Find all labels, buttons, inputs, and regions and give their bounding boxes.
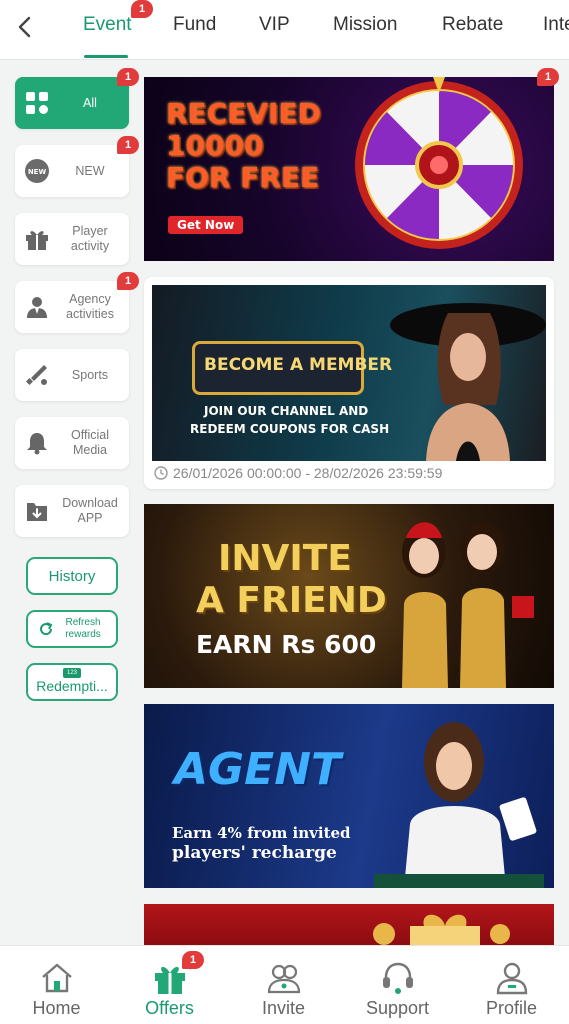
promo-banner-wheel[interactable]: RECEVIED 10000 FOR FREE Get Now xyxy=(144,77,554,261)
home-icon xyxy=(38,960,76,996)
nav-offers-badge: 1 xyxy=(182,951,204,969)
invite-banner-line2: A FRIEND xyxy=(196,580,387,621)
sports-icon xyxy=(23,361,51,389)
agent-model-illustration xyxy=(374,722,544,888)
tab-fund[interactable]: Fund xyxy=(173,14,216,36)
hosts-illustration xyxy=(402,522,534,688)
refresh-rewards-button[interactable]: Refresh rewards xyxy=(26,610,118,648)
refresh-icon xyxy=(40,622,53,636)
tab-event-badge: 1 xyxy=(131,0,153,18)
sidebar-item-label: Official Media xyxy=(71,428,109,457)
tab-rebate[interactable]: Rebate xyxy=(442,14,503,36)
sidebar-item-new[interactable]: NEW NEW xyxy=(15,145,129,197)
sidebar-item-label: Player activity xyxy=(70,224,110,253)
member-date-range: 26/01/2026 00:00:00 - 28/02/2026 23:59:5… xyxy=(154,465,442,481)
prize-wheel-icon xyxy=(355,77,523,249)
nav-label: Support xyxy=(365,998,430,1018)
nav-label: Offers xyxy=(145,998,194,1018)
sidebar-item-label: Agency activities xyxy=(66,292,114,321)
back-button[interactable] xyxy=(10,12,40,42)
sidebar-item-sports[interactable]: Sports xyxy=(15,349,129,401)
download-icon xyxy=(23,497,51,525)
new-badge-icon: NEW xyxy=(23,157,51,185)
top-tab-bar: Event Fund VIP Mission Rebate Inte xyxy=(0,0,569,60)
promo-banner-invite[interactable]: INVITE A FRIEND EARN Rs 600 xyxy=(144,504,554,688)
nav-label: Invite xyxy=(261,998,306,1018)
ticket-icon: 123 xyxy=(63,668,81,678)
bottom-nav-bar: Home Offers Invite Support Profile xyxy=(0,945,569,1024)
redemption-button[interactable]: 123 Redempti... xyxy=(26,663,118,701)
invite-banner-line1: INVITE xyxy=(218,538,352,579)
active-tab-indicator xyxy=(84,55,128,58)
sidebar-all-badge: 1 xyxy=(117,68,139,86)
tab-event[interactable]: Event xyxy=(83,14,132,36)
tab-more[interactable]: Inte xyxy=(543,14,569,36)
promo-banner-partial[interactable] xyxy=(144,904,554,945)
member-banner-sub1: JOIN OUR CHANNEL AND xyxy=(204,404,369,418)
bell-icon xyxy=(23,429,51,457)
sidebar-item-download-app[interactable]: Download APP xyxy=(15,485,129,537)
get-now-button[interactable]: Get Now xyxy=(168,216,244,234)
nav-support[interactable]: Support xyxy=(341,946,454,1024)
refresh-rewards-label: Refresh rewards xyxy=(65,617,101,640)
chevron-left-icon xyxy=(18,16,31,38)
promo-banner-agent[interactable]: AGENT Earn 4% from invited players' rech… xyxy=(144,704,554,888)
sidebar-item-all[interactable]: All xyxy=(15,77,129,129)
gift-box-illustration xyxy=(373,914,510,945)
sidebar-agency-badge: 1 xyxy=(117,272,139,290)
wheel-banner-line1: RECEVIED xyxy=(166,97,321,130)
member-banner-sub2: REDEEM COUPONS FOR CASH xyxy=(190,422,390,436)
promo-card-member[interactable]: BECOME A MEMBER JOIN OUR CHANNEL AND RED… xyxy=(144,277,554,489)
nav-offers[interactable]: Offers xyxy=(113,946,226,1024)
invite-icon xyxy=(265,960,303,996)
nav-invite[interactable]: Invite xyxy=(227,946,340,1024)
grid-icon xyxy=(23,89,51,117)
nav-label: Profile xyxy=(485,998,538,1018)
sidebar-item-official-media[interactable]: Official Media xyxy=(15,417,129,469)
sidebar-item-label: All xyxy=(83,95,97,110)
nav-label: Home xyxy=(32,998,81,1018)
profile-icon xyxy=(493,960,531,996)
sidebar-new-badge: 1 xyxy=(117,136,139,154)
agent-banner-title: AGENT xyxy=(174,744,342,795)
clock-icon xyxy=(154,466,168,480)
sidebar-item-agency-activities[interactable]: Agency activities xyxy=(15,281,129,333)
redemption-label: Redempti... xyxy=(36,678,108,694)
wheel-banner-line2: 10000 xyxy=(166,129,264,162)
sidebar-item-label: Sports xyxy=(71,367,109,382)
sidebar-item-label: Download APP xyxy=(62,496,118,525)
promo-banner-member: BECOME A MEMBER JOIN OUR CHANNEL AND RED… xyxy=(152,285,546,461)
nav-profile[interactable]: Profile xyxy=(455,946,568,1024)
svg-text:NEW: NEW xyxy=(28,168,47,176)
agent-banner-sub2: players' recharge xyxy=(172,843,337,863)
sidebar-item-label: NEW xyxy=(75,163,105,178)
agent-banner-sub1: Earn 4% from invited xyxy=(172,824,351,842)
history-button[interactable]: History xyxy=(26,557,118,595)
headset-icon xyxy=(379,960,417,996)
gift-icon xyxy=(23,225,51,253)
member-banner-title: BECOME A MEMBER xyxy=(204,355,393,375)
tab-mission[interactable]: Mission xyxy=(333,14,397,36)
agent-icon xyxy=(23,293,51,321)
tab-vip[interactable]: VIP xyxy=(259,14,290,36)
sidebar-item-player-activity[interactable]: Player activity xyxy=(15,213,129,265)
wheel-banner-badge: 1 xyxy=(537,68,559,86)
invite-banner-line3: EARN Rs 600 xyxy=(196,630,377,659)
model-silhouette-image xyxy=(390,303,546,461)
nav-home[interactable]: Home xyxy=(0,946,113,1024)
wheel-banner-line3: FOR FREE xyxy=(166,161,320,194)
